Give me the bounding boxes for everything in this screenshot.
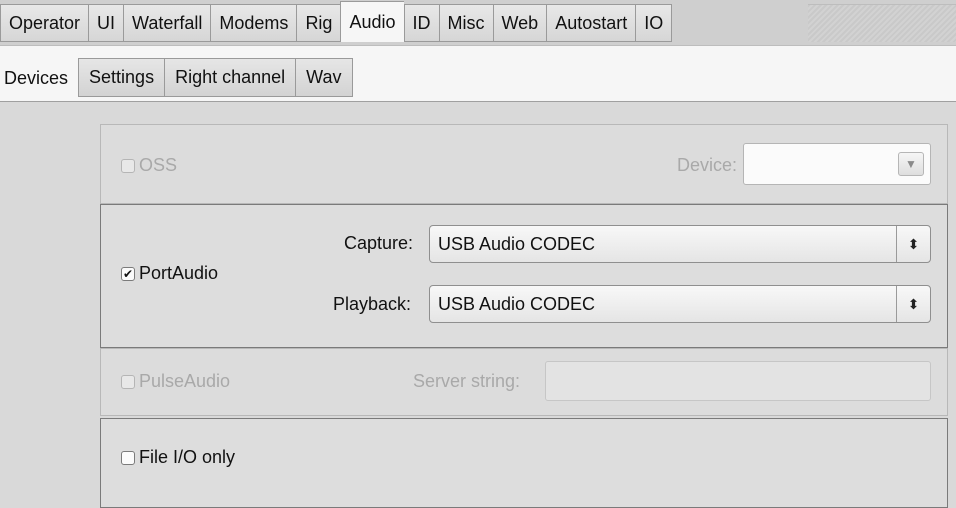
devices-panel: OSS Device: ▼ ✔ PortAudio Capture: USB A…	[0, 102, 956, 508]
tab-id[interactable]: ID	[403, 4, 439, 42]
fileio-label: File I/O only	[139, 447, 236, 467]
portaudio-group: ✔ PortAudio Capture: USB Audio CODEC ⬍ P…	[100, 204, 948, 348]
pulseaudio-group: PulseAudio Server string:	[100, 348, 948, 416]
playback-label: Playback:	[333, 294, 412, 314]
oss-device-label: Device:	[677, 155, 738, 175]
tab-web[interactable]: Web	[492, 4, 547, 42]
capture-select[interactable]: USB Audio CODEC ⬍	[429, 225, 931, 263]
portaudio-checkbox[interactable]: ✔ PortAudio	[121, 263, 218, 284]
subtab-devices[interactable]: Devices	[0, 56, 79, 100]
server-string-label: Server string:	[413, 371, 521, 391]
tab-operator[interactable]: Operator	[0, 4, 89, 42]
tab-audio[interactable]: Audio	[340, 1, 404, 42]
fileio-checkbox-box[interactable]	[121, 450, 135, 465]
playback-select[interactable]: USB Audio CODEC ⬍	[429, 285, 931, 323]
oss-checkbox-box[interactable]	[121, 158, 135, 173]
check-icon[interactable]: ✔	[121, 266, 135, 281]
tabbar-empty-area	[808, 4, 956, 42]
up-down-arrows-icon[interactable]: ⬍	[896, 226, 930, 262]
tab-misc[interactable]: Misc	[438, 4, 493, 42]
up-down-arrows-icon[interactable]: ⬍	[896, 286, 930, 322]
pulseaudio-label: PulseAudio	[139, 371, 231, 391]
pulseaudio-checkbox[interactable]: PulseAudio	[121, 371, 230, 392]
oss-checkbox[interactable]: OSS	[121, 155, 177, 176]
top-tab-strip: Operator UI Waterfall Modems Rig Audio I…	[0, 1, 673, 42]
oss-device-select[interactable]: ▼	[743, 143, 931, 185]
tab-modems[interactable]: Modems	[210, 4, 297, 42]
fileio-checkbox[interactable]: File I/O only	[121, 447, 235, 468]
pulseaudio-checkbox-box[interactable]	[121, 374, 135, 389]
top-tabbar: Operator UI Waterfall Modems Rig Audio I…	[0, 0, 956, 46]
subtab-settings[interactable]: Settings	[78, 58, 165, 97]
oss-label: OSS	[139, 155, 178, 175]
portaudio-label: PortAudio	[139, 263, 219, 283]
tab-ui[interactable]: UI	[88, 4, 124, 42]
sub-tabbar: Devices Settings Right channel Wav	[0, 46, 956, 102]
triangle-down-icon[interactable]: ▼	[898, 152, 924, 176]
sub-tab-strip: Devices Settings Right channel Wav	[0, 56, 353, 100]
subtab-wav[interactable]: Wav	[295, 58, 353, 97]
tab-rig[interactable]: Rig	[296, 4, 341, 42]
tab-io[interactable]: IO	[635, 4, 673, 42]
oss-group: OSS Device: ▼	[100, 124, 948, 204]
server-string-input[interactable]	[545, 361, 931, 401]
tab-autostart[interactable]: Autostart	[546, 4, 636, 42]
capture-label: Capture:	[344, 233, 414, 253]
capture-value: USB Audio CODEC	[438, 233, 596, 254]
subtab-right-channel[interactable]: Right channel	[164, 58, 296, 97]
tab-waterfall[interactable]: Waterfall	[123, 4, 211, 42]
fileio-group: File I/O only	[100, 418, 948, 508]
playback-value: USB Audio CODEC	[438, 293, 596, 314]
